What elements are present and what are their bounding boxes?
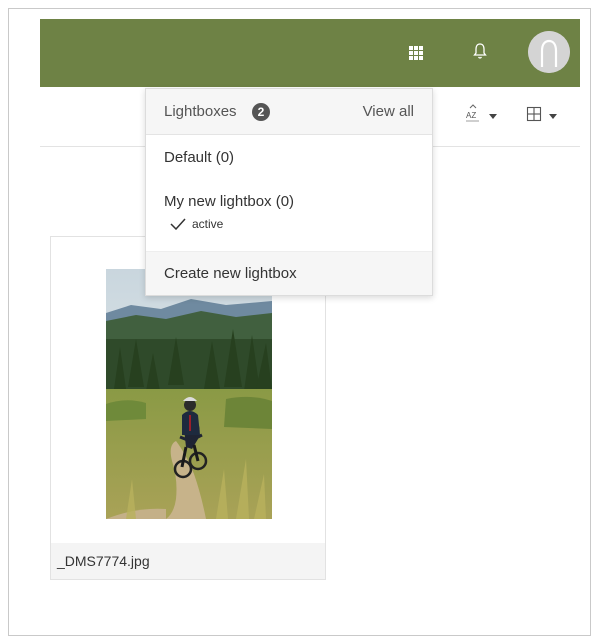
apps-grid-icon[interactable]	[406, 43, 426, 63]
asset-thumbnail[interactable]	[106, 269, 272, 519]
chevron-down-icon	[489, 113, 497, 119]
asset-filename[interactable]: _DMS7774.jpg	[51, 543, 325, 579]
active-label: active	[192, 217, 224, 231]
bell-icon[interactable]	[470, 39, 490, 63]
sort-button[interactable]: AZ	[464, 103, 497, 130]
lightbox-item-default[interactable]: Default (0)	[164, 149, 234, 166]
lightbox-count-badge: 2	[252, 103, 270, 121]
active-indicator: active	[170, 217, 223, 231]
svg-text:AZ: AZ	[466, 111, 476, 120]
checkmark-icon	[170, 218, 186, 230]
lightbox-dropdown: Lightboxes 2 View all Default (0) My new…	[145, 88, 433, 296]
top-bar	[40, 19, 580, 87]
grid-view-icon	[526, 106, 542, 127]
dropdown-title: Lightboxes	[164, 103, 237, 120]
lightbox-item-my-new-lightbox[interactable]: My new lightbox (0)	[164, 193, 294, 210]
view-all-link[interactable]: View all	[363, 103, 414, 120]
create-lightbox-label: Create new lightbox	[164, 265, 297, 282]
create-lightbox-button[interactable]: Create new lightbox	[146, 251, 432, 295]
chevron-down-icon	[549, 113, 557, 119]
sort-az-icon: AZ	[464, 103, 482, 130]
avatar[interactable]	[528, 31, 570, 73]
view-mode-button[interactable]	[526, 104, 557, 128]
dropdown-header: Lightboxes 2 View all	[146, 89, 432, 135]
